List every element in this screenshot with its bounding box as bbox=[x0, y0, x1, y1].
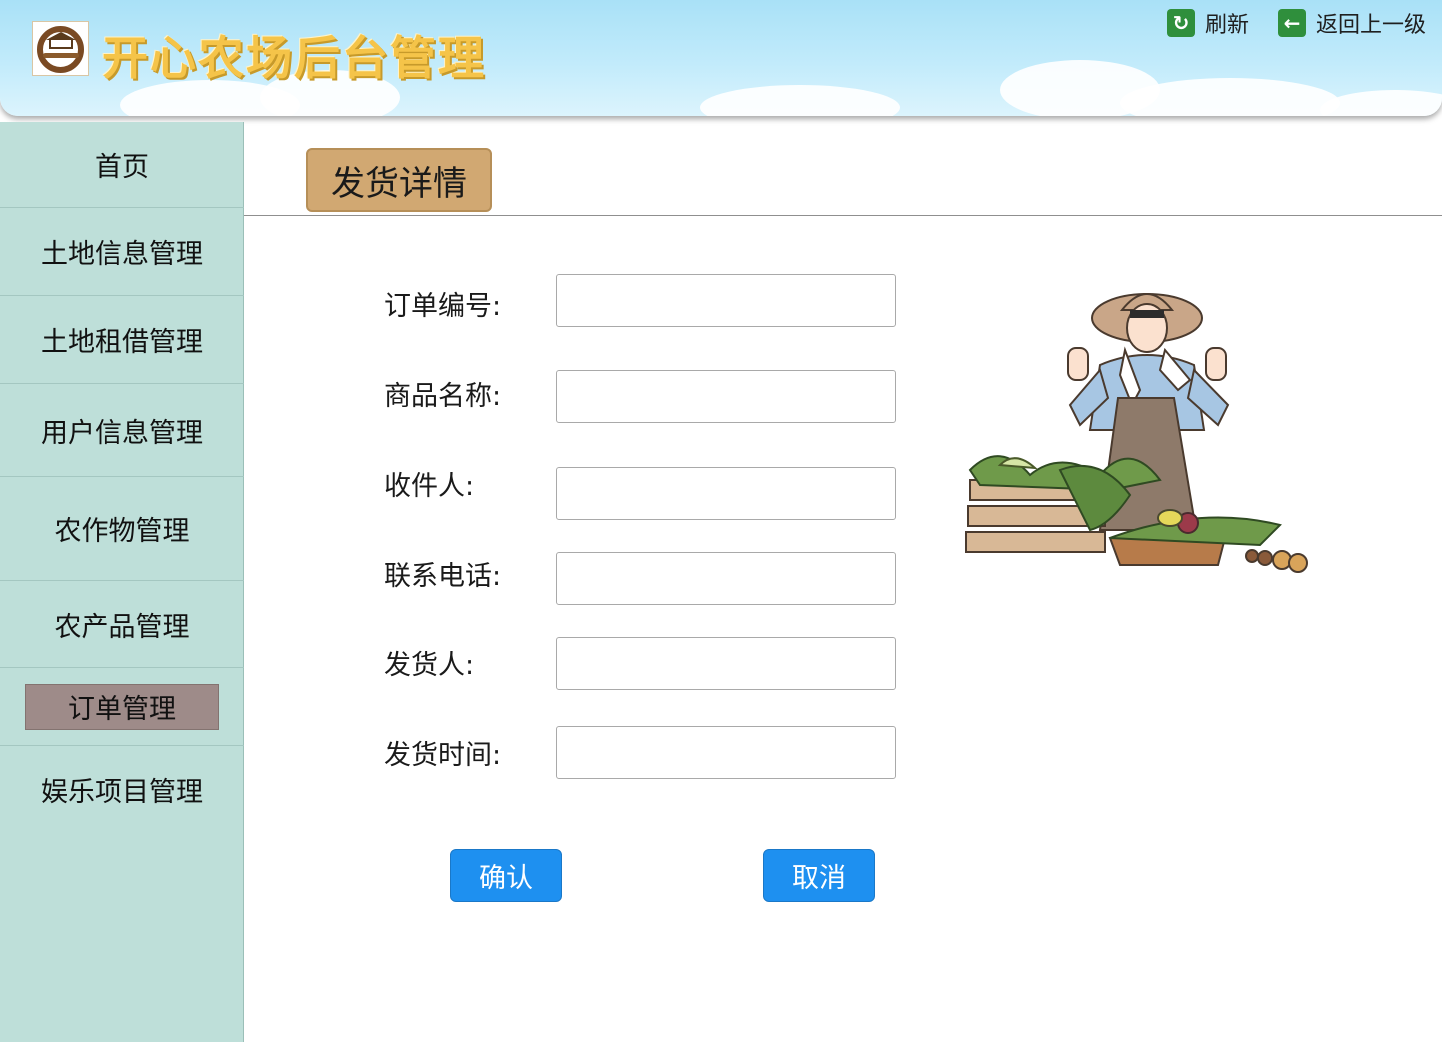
sidebar-item-label: 土地信息管理 bbox=[41, 239, 203, 270]
back-label: 返回上一级 bbox=[1316, 13, 1427, 38]
phone-input[interactable] bbox=[556, 552, 896, 605]
order-number-label: 订单编号: bbox=[384, 291, 502, 322]
title-divider bbox=[244, 215, 1442, 216]
page-title: 发货详情 bbox=[306, 148, 492, 212]
sidebar-item-land-lease[interactable]: 土地租借管理 bbox=[0, 296, 244, 384]
order-number-input[interactable] bbox=[556, 274, 896, 327]
shipper-input[interactable] bbox=[556, 637, 896, 690]
sidebar-item-orders[interactable]: 订单管理 bbox=[0, 668, 244, 746]
cancel-button[interactable]: 取消 bbox=[763, 849, 875, 902]
sidebar-item-entertainment[interactable]: 娱乐项目管理 bbox=[0, 746, 244, 832]
farmer-illustration bbox=[965, 293, 1308, 573]
refresh-icon: ↻ bbox=[1167, 9, 1195, 37]
ship-time-input[interactable] bbox=[556, 726, 896, 779]
sidebar-item-label: 用户信息管理 bbox=[41, 417, 203, 449]
sidebar-item-label: 订单管理 bbox=[68, 694, 176, 725]
sidebar-item-label: 农作物管理 bbox=[54, 516, 190, 547]
refresh-link[interactable]: ↻ 刷新 bbox=[1167, 7, 1249, 39]
recipient-label: 收件人: bbox=[384, 471, 475, 502]
confirm-button[interactable]: 确认 bbox=[450, 849, 562, 902]
recipient-input[interactable] bbox=[556, 467, 896, 520]
ship-time-label: 发货时间: bbox=[384, 740, 502, 771]
sidebar-item-crops[interactable]: 农作物管理 bbox=[0, 477, 244, 581]
shipper-label: 发货人: bbox=[384, 650, 475, 681]
app-title: 开心农场后台管理 bbox=[102, 31, 486, 85]
sidebar-item-label: 土地租借管理 bbox=[41, 327, 203, 358]
product-name-label: 商品名称: bbox=[384, 381, 502, 412]
back-link[interactable]: ← 返回上一级 bbox=[1278, 7, 1426, 39]
app-logo bbox=[32, 21, 89, 76]
sidebar-item-users[interactable]: 用户信息管理 bbox=[0, 384, 244, 477]
sidebar-item-label: 娱乐项目管理 bbox=[41, 776, 203, 808]
sidebar-item-products[interactable]: 农产品管理 bbox=[0, 581, 244, 668]
sidebar-item-label: 首页 bbox=[95, 152, 149, 183]
sidebar-item-label: 农产品管理 bbox=[54, 611, 190, 643]
sidebar-item-home[interactable]: 首页 bbox=[0, 122, 244, 208]
header-banner: 开心农场后台管理 ↻ 刷新 ← 返回上一级 bbox=[0, 0, 1442, 116]
sidebar-active-highlight: 订单管理 bbox=[25, 683, 219, 730]
cloud-decoration bbox=[1320, 90, 1442, 116]
back-arrow-icon: ← bbox=[1278, 9, 1306, 37]
product-name-input[interactable] bbox=[556, 370, 896, 423]
cloud-decoration bbox=[700, 85, 900, 116]
phone-label: 联系电话: bbox=[384, 561, 502, 592]
sidebar: 首页 土地信息管理 土地租借管理 用户信息管理 农作物管理 农产品管理 订单管理… bbox=[0, 122, 244, 1042]
sidebar-item-land-info[interactable]: 土地信息管理 bbox=[0, 208, 244, 296]
refresh-label: 刷新 bbox=[1205, 13, 1250, 38]
